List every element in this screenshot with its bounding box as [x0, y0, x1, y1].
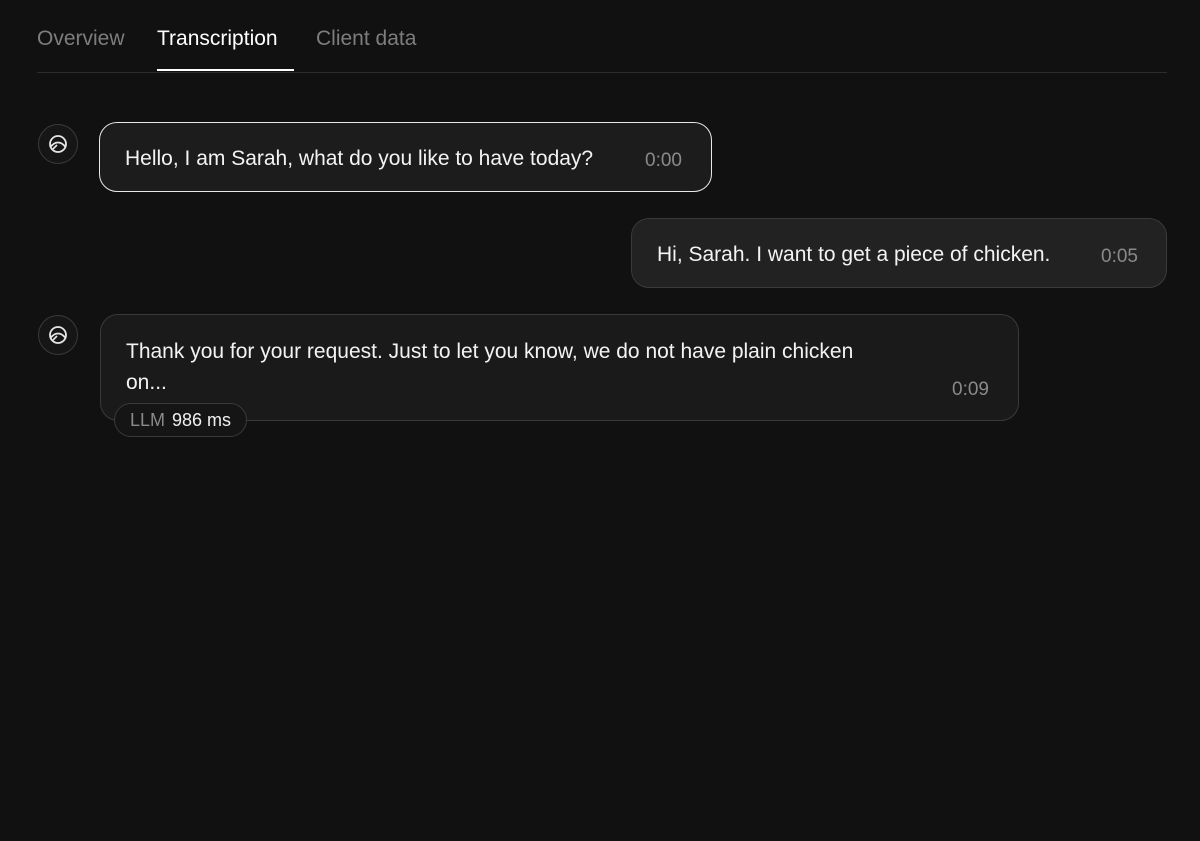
message-timestamp: 0:00	[645, 150, 682, 171]
message-text: Hello, I am Sarah, what do you like to h…	[125, 147, 594, 170]
badge-value: 986 ms	[172, 409, 232, 430]
message-text-line-1: Thank you for your request. Just to let …	[126, 340, 854, 363]
active-tab-indicator	[157, 69, 294, 71]
message-timestamp: 0:05	[1101, 246, 1138, 267]
llm-latency-badge: LLM 986 ms	[114, 403, 248, 437]
message-bubble-user-1[interactable]: Hi, Sarah. I want to get a piece of chic…	[631, 218, 1167, 288]
agent-avatar-icon	[47, 133, 69, 155]
agent-avatar	[38, 124, 78, 164]
agent-avatar-icon	[47, 324, 69, 346]
transcription-page: Overview Transcription Client data Hello…	[0, 0, 1200, 841]
agent-avatar	[38, 315, 78, 355]
tab-overview[interactable]: Overview	[37, 26, 125, 52]
message-timestamp: 0:09	[952, 379, 989, 400]
tab-client-data[interactable]: Client data	[316, 26, 416, 52]
badge-label: LLM	[130, 409, 166, 430]
message-text-line-2: on...	[126, 371, 167, 394]
message-bubble-agent-1[interactable]: Hello, I am Sarah, what do you like to h…	[99, 122, 712, 192]
tab-transcription[interactable]: Transcription	[157, 26, 278, 52]
tab-bar: Overview Transcription Client data	[37, 0, 1167, 73]
message-text: Hi, Sarah. I want to get a piece of chic…	[657, 243, 1051, 266]
